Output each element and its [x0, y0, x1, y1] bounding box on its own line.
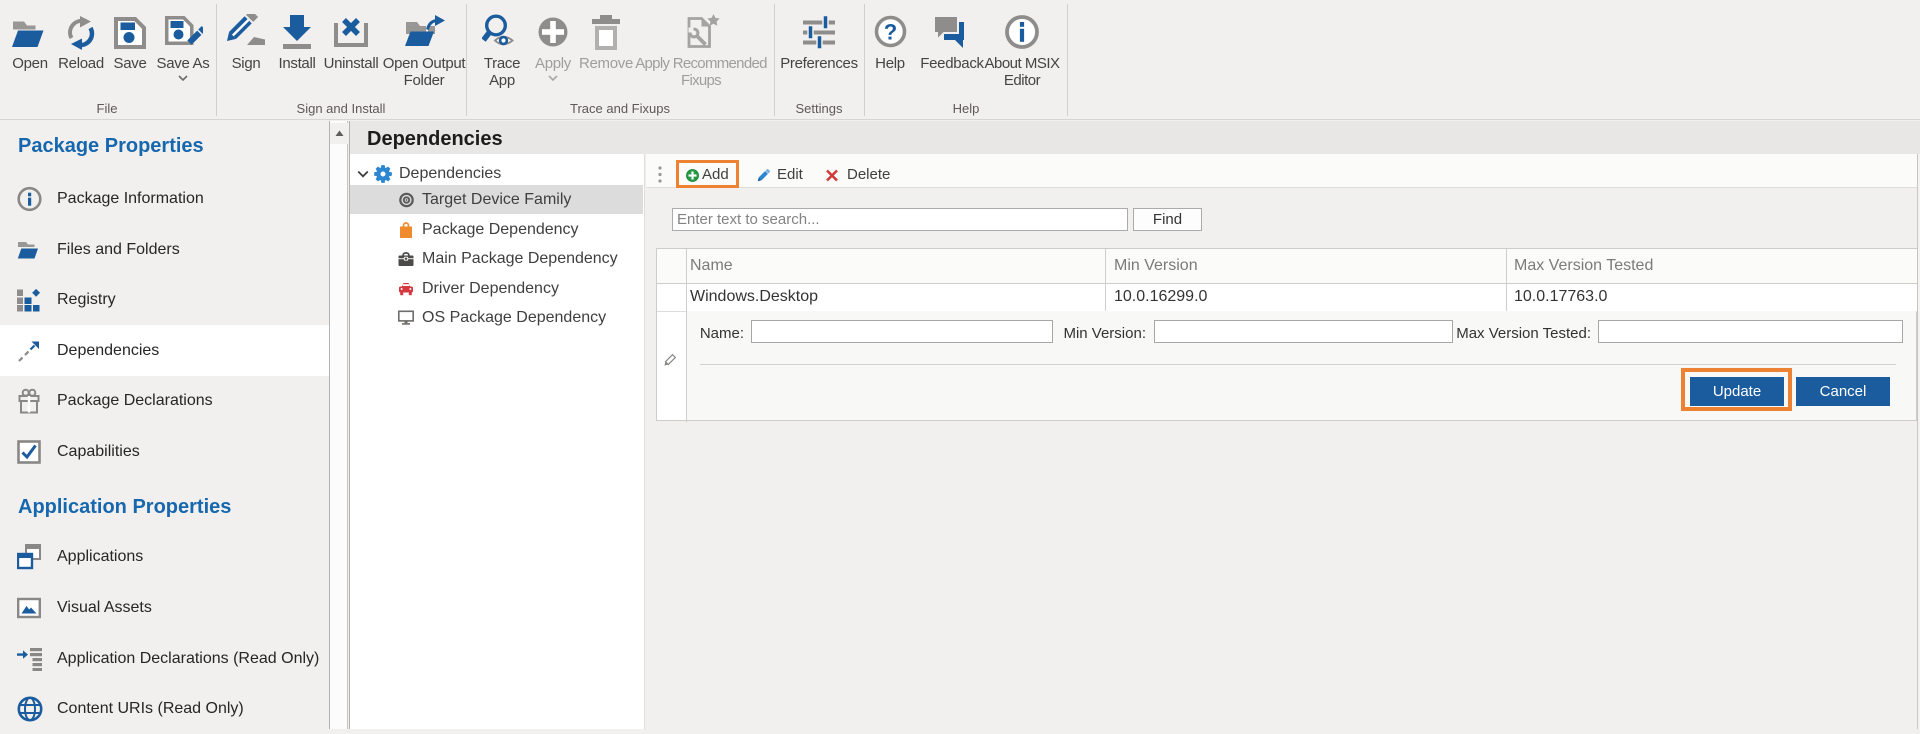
svg-text:?: ? [883, 20, 896, 45]
